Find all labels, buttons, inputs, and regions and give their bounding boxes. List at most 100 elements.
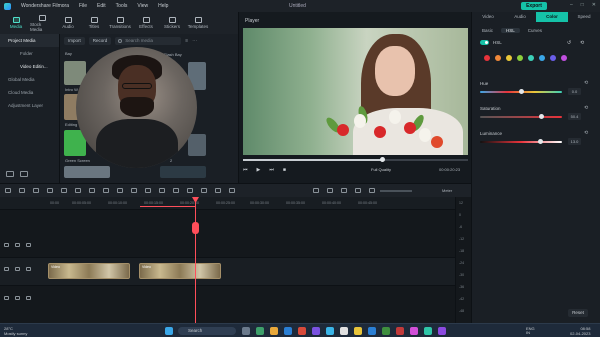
export-button[interactable]: Export — [521, 2, 547, 10]
hue-swatch[interactable] — [528, 55, 534, 61]
hue-swatch[interactable] — [561, 55, 567, 61]
windows-start-icon[interactable] — [165, 327, 173, 335]
voiceover-icon[interactable] — [341, 188, 347, 193]
menu-file[interactable]: File — [79, 3, 87, 9]
menu-help[interactable]: Help — [158, 3, 168, 9]
prev-frame-icon[interactable]: ⏮ — [243, 167, 248, 173]
saturation-slider-handle[interactable] — [539, 114, 544, 119]
tab-media[interactable]: Media — [4, 12, 28, 34]
chat-icon[interactable] — [256, 327, 264, 335]
video-clip[interactable]: Video — [48, 263, 130, 279]
playhead-handle[interactable] — [192, 222, 199, 234]
saturation-slider[interactable] — [480, 116, 562, 118]
lock-icon[interactable] — [15, 267, 20, 271]
tab-color[interactable]: Color — [536, 12, 568, 22]
audio-icon[interactable] — [173, 188, 179, 193]
split-view-icon[interactable] — [19, 188, 25, 193]
sidebar-item-video-editing[interactable]: Video Editin... — [0, 60, 59, 73]
luminance-slider-handle[interactable] — [538, 139, 544, 144]
stabilize-icon[interactable] — [201, 188, 207, 193]
new-folder-icon[interactable] — [6, 171, 14, 177]
app-icon[interactable] — [382, 327, 390, 335]
render-icon[interactable] — [313, 188, 319, 193]
file-explorer-icon[interactable] — [270, 327, 278, 335]
taskbar-search[interactable]: Search — [178, 327, 236, 335]
app-icon[interactable] — [368, 327, 376, 335]
more-icon[interactable]: ⋯ — [192, 38, 197, 44]
hue-slider-handle[interactable] — [518, 89, 524, 94]
speaker-icon[interactable] — [26, 296, 31, 300]
hue-swatch[interactable] — [539, 55, 545, 61]
hue-swatch[interactable] — [550, 55, 556, 61]
luminance-value[interactable]: 13.0 — [568, 138, 581, 145]
app-icon[interactable] — [438, 327, 446, 335]
text-icon[interactable] — [103, 188, 109, 193]
taskbar-clock[interactable]: 08:58 02-04-2023 — [570, 326, 590, 336]
record-button[interactable]: Record — [88, 37, 112, 45]
luminance-reset-icon[interactable]: ⟲ — [584, 130, 588, 136]
keyframe-icon[interactable] — [159, 188, 165, 193]
menu-edit[interactable]: Edit — [97, 3, 106, 9]
lock-icon[interactable] — [15, 243, 20, 247]
snapshot-icon[interactable] — [355, 188, 361, 193]
crop-icon[interactable] — [89, 188, 95, 193]
luminance-slider[interactable] — [480, 141, 562, 143]
menu-view[interactable]: View — [137, 3, 148, 9]
speed-icon[interactable] — [117, 188, 123, 193]
timeline-ruler[interactable]: 00:00 00:00:05:00 00:00:10:00 00:00:15:0… — [0, 197, 471, 209]
delete-icon[interactable] — [61, 188, 67, 193]
ai-icon[interactable] — [369, 188, 375, 193]
subtab-hsl[interactable]: HSL — [501, 27, 520, 33]
task-view-icon[interactable] — [242, 327, 250, 335]
app-icon[interactable] — [340, 327, 348, 335]
hue-reset-icon[interactable]: ⟲ — [584, 80, 588, 86]
import-button[interactable]: Import — [64, 37, 85, 45]
folder-icon[interactable] — [20, 171, 28, 177]
tab-transitions[interactable]: Transitions — [108, 12, 132, 34]
edge-icon[interactable] — [284, 327, 292, 335]
layout-icon[interactable] — [5, 188, 11, 193]
filmora-taskbar-icon[interactable] — [424, 327, 432, 335]
reset-icon[interactable]: ⟲ — [580, 40, 584, 46]
video-preview[interactable] — [243, 28, 468, 155]
subtab-curves[interactable]: Curves — [528, 28, 542, 33]
sidebar-item-cloud-media[interactable]: Cloud Media — [0, 86, 59, 99]
hsl-toggle[interactable] — [480, 40, 489, 45]
maximize-icon[interactable]: □ — [581, 2, 584, 8]
undo-icon[interactable] — [33, 188, 39, 193]
next-frame-icon[interactable]: ⏭ — [269, 167, 274, 173]
play-icon[interactable]: ▶ — [257, 167, 261, 173]
playhead[interactable] — [195, 197, 196, 323]
mask-icon[interactable] — [145, 188, 151, 193]
sidebar-item-project-media[interactable]: Project Media — [0, 34, 59, 47]
undo-icon[interactable]: ↺ — [567, 40, 571, 46]
weather-widget[interactable]: 28°C Mostly sunny — [4, 326, 27, 336]
player-progress-bar[interactable] — [243, 157, 468, 162]
sidebar-item-global-media[interactable]: Global Media — [0, 73, 59, 86]
tab-stickers[interactable]: Stickers — [160, 12, 184, 34]
more-tools-icon[interactable] — [229, 188, 235, 193]
sidebar-item-folder[interactable]: Folder — [0, 47, 59, 60]
reset-button[interactable]: Reset — [568, 309, 588, 317]
color-icon[interactable] — [131, 188, 137, 193]
app-icon[interactable] — [410, 327, 418, 335]
saturation-reset-icon[interactable]: ⟲ — [584, 105, 588, 111]
app-icon[interactable] — [312, 327, 320, 335]
hue-swatch[interactable] — [484, 55, 490, 61]
tab-stock-media[interactable]: Stock Media — [30, 12, 54, 34]
stop-icon[interactable]: ■ — [283, 167, 286, 173]
sidebar-item-adjustment-layer[interactable]: Adjustment Layer — [0, 99, 59, 112]
tab-audio[interactable]: Audio — [504, 12, 536, 22]
close-icon[interactable]: ✕ — [592, 2, 596, 8]
motion-icon[interactable] — [215, 188, 221, 193]
chrome-icon[interactable] — [354, 327, 362, 335]
progress-handle[interactable] — [380, 157, 385, 162]
green-screen-icon[interactable] — [187, 188, 193, 193]
minimize-icon[interactable]: – — [570, 2, 573, 8]
media-thumbnail[interactable] — [188, 134, 206, 156]
video-clip[interactable]: Video — [139, 263, 221, 279]
app-icon[interactable] — [396, 327, 404, 335]
hue-swatch[interactable] — [517, 55, 523, 61]
tab-audio[interactable]: Audio — [56, 12, 80, 34]
hue-value[interactable]: 0.0 — [568, 88, 581, 95]
